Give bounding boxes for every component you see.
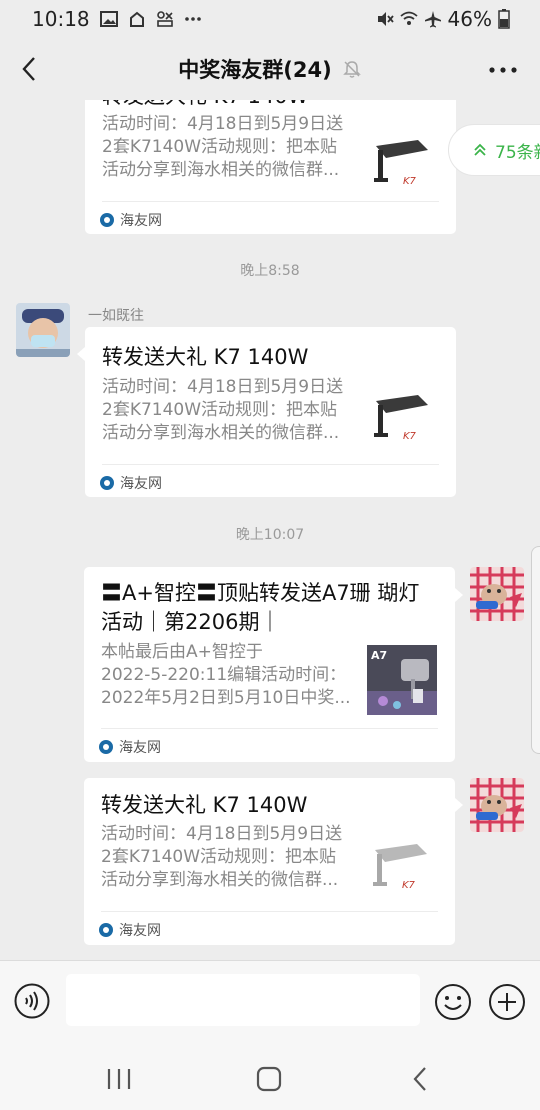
message-input[interactable]	[66, 974, 420, 1026]
svg-text:K7: K7	[403, 176, 417, 187]
link-card[interactable]: 转发送大礼 K7 140W 活动时间：4月18日到5月9日送 2套K7140W活…	[85, 100, 456, 234]
source-name: 海友网	[120, 213, 162, 229]
source-name: 海友网	[119, 923, 161, 939]
system-back-icon[interactable]	[406, 1064, 436, 1094]
source-logo-icon	[99, 923, 113, 937]
link-card-title-line1: 〓A+智控〓顶贴转发送A7珊 瑚灯	[101, 581, 420, 605]
source-name: 海友网	[120, 476, 162, 492]
status-bar: 10:18 46%	[0, 0, 540, 38]
wifi-icon	[399, 11, 418, 25]
source-logo-icon	[99, 740, 113, 754]
mute-icon	[377, 12, 394, 26]
link-card-description: 活动时间：4月18日到5月9日送 2套K7140W活动规则：把本贴 活动分享到海…	[102, 377, 344, 443]
link-card-description: 本帖最后由A+智控于 2022-5-220:11编辑活动时间： 2022年5月2…	[101, 642, 351, 708]
own-avatar[interactable]	[470, 567, 524, 621]
a7-lamp-thumbnail-image: A7	[367, 645, 437, 715]
more-options-icon[interactable]	[488, 60, 518, 80]
link-card-source: 海友网	[100, 473, 162, 493]
link-card-title: 转发送大礼 K7 140W	[102, 100, 308, 111]
unread-messages-button[interactable]: 75条新	[448, 124, 540, 176]
side-panel-handle[interactable]	[531, 546, 540, 754]
svg-text:K7: K7	[403, 431, 417, 442]
system-nav-bar	[0, 1042, 540, 1110]
chat-messages[interactable]: 转发送大礼 K7 140W 活动时间：4月18日到5月9日送 2套K7140W活…	[0, 100, 540, 960]
link-card-description: 活动时间：4月18日到5月9日送 2套K7140W活动规则：把本贴 活动分享到海…	[102, 114, 344, 180]
more-functions-plus-icon[interactable]	[488, 983, 526, 1021]
voice-input-icon[interactable]	[14, 983, 50, 1019]
chat-header: 中奖海友群(24)	[0, 38, 540, 100]
lamp-thumbnail-image: K7	[367, 832, 437, 902]
timestamp: 晚上8:58	[240, 263, 300, 279]
airplane-icon	[424, 11, 441, 28]
more-dots-icon	[184, 17, 201, 21]
source-name: 海友网	[119, 740, 161, 756]
thumb-label: A7	[371, 649, 387, 662]
link-card-description: 活动时间：4月18日到5月9日送 2套K7140W活动规则：把本贴 活动分享到海…	[101, 824, 343, 890]
link-card-source: 海友网	[99, 920, 161, 940]
battery-icon	[498, 9, 510, 29]
link-card-title-line2: 活动｜第2206期｜	[101, 610, 281, 634]
recent-apps-icon[interactable]	[104, 1064, 134, 1094]
link-card-title: 转发送大礼 K7 140W	[102, 345, 309, 369]
source-logo-icon	[100, 213, 114, 227]
link-card-source: 海友网	[100, 210, 162, 230]
home-icon[interactable]	[254, 1064, 284, 1094]
emoji-icon[interactable]	[434, 983, 472, 1021]
link-card[interactable]: 转发送大礼 K7 140W 活动时间：4月18日到5月9日送 2套K7140W活…	[84, 778, 455, 945]
lamp-thumbnail-image: K7	[368, 128, 438, 198]
unread-count-label: 75条新	[495, 142, 540, 163]
source-logo-icon	[100, 476, 114, 490]
link-card[interactable]: 转发送大礼 K7 140W 活动时间：4月18日到5月9日送 2套K7140W活…	[85, 327, 456, 497]
image-icon	[99, 11, 118, 27]
link-card-title: 转发送大礼 K7 140W	[101, 793, 308, 817]
data-icon	[156, 11, 173, 27]
back-arrow-icon[interactable]	[14, 52, 48, 86]
sender-name: 一如既往	[88, 308, 144, 324]
double-chevron-up-icon	[474, 143, 486, 156]
svg-text:K7: K7	[402, 880, 416, 891]
link-card[interactable]: 〓A+智控〓顶贴转发送A7珊 瑚灯 活动｜第2206期｜ 本帖最后由A+智控于 …	[84, 567, 455, 762]
link-card-source: 海友网	[99, 737, 161, 757]
status-time: 10:18	[32, 7, 90, 31]
chat-title: 中奖海友群(24)	[178, 58, 332, 82]
own-avatar[interactable]	[470, 778, 524, 832]
lamp-thumbnail-image: K7	[368, 383, 438, 453]
timestamp: 晚上10:07	[235, 527, 305, 543]
battery-percent: 46%	[447, 7, 492, 31]
notification-app-icon	[129, 11, 144, 27]
message-input-bar	[0, 960, 540, 1043]
bell-off-icon	[342, 61, 361, 78]
avatar[interactable]	[16, 303, 70, 357]
